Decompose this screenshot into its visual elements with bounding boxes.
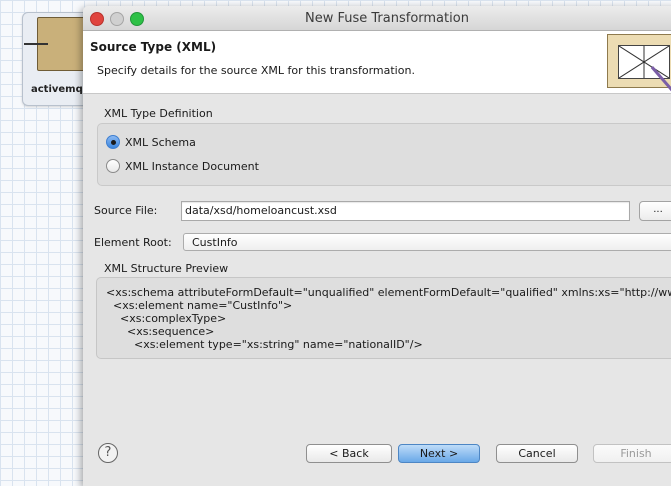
back-button[interactable]: < Back <box>306 444 392 463</box>
element-root-label: Element Root: <box>94 236 172 249</box>
cancel-button[interactable]: Cancel <box>496 444 578 463</box>
preview-line: <xs:complexType> <box>106 312 227 325</box>
radio-xml-schema[interactable]: XML Schema <box>106 135 196 149</box>
window-title: New Fuse Transformation <box>305 11 469 26</box>
page-description: Specify details for the source XML for t… <box>97 64 415 77</box>
radio-selected-icon <box>106 135 120 149</box>
radio-xml-instance-label: XML Instance Document <box>125 159 259 173</box>
preview-line: <xs:schema attributeFormDefault="unquali… <box>106 286 671 299</box>
minimize-window-button[interactable] <box>110 12 124 26</box>
xml-structure-preview[interactable]: <xs:schema attributeFormDefault="unquali… <box>96 277 671 359</box>
source-file-label: Source File: <box>94 204 158 217</box>
preview-line: <xs:element type="xs:string" name="natio… <box>106 338 423 351</box>
background-node-label: activemq: <box>31 84 87 95</box>
page-title: Source Type (XML) <box>90 40 217 54</box>
element-root-select[interactable]: CustInfo ↕ <box>183 233 671 251</box>
finish-button[interactable]: Finish <box>593 444 671 463</box>
preview-label: XML Structure Preview <box>104 262 229 275</box>
radio-xml-instance[interactable]: XML Instance Document <box>106 159 259 173</box>
next-button[interactable]: Next > <box>398 444 480 463</box>
preview-line: <xs:element name="CustInfo"> <box>106 299 293 312</box>
window-titlebar: New Fuse Transformation <box>83 6 671 31</box>
close-window-button[interactable] <box>90 12 104 26</box>
help-icon[interactable]: ? <box>98 443 118 463</box>
xml-type-group-label: XML Type Definition <box>104 107 213 120</box>
source-file-input[interactable]: data/xsd/homeloancust.xsd <box>181 201 630 221</box>
new-fuse-transformation-dialog: New Fuse Transformation Source Type (XML… <box>83 6 671 486</box>
xml-type-group <box>97 123 671 186</box>
element-root-value: CustInfo <box>192 236 238 249</box>
preview-line: <xs:sequence> <box>106 325 215 338</box>
wizard-header: Source Type (XML) Specify details for th… <box>83 31 671 94</box>
browse-button[interactable]: ... <box>639 201 671 221</box>
radio-unselected-icon <box>106 159 120 173</box>
radio-xml-schema-label: XML Schema <box>125 135 196 149</box>
maximize-window-button[interactable] <box>130 12 144 26</box>
